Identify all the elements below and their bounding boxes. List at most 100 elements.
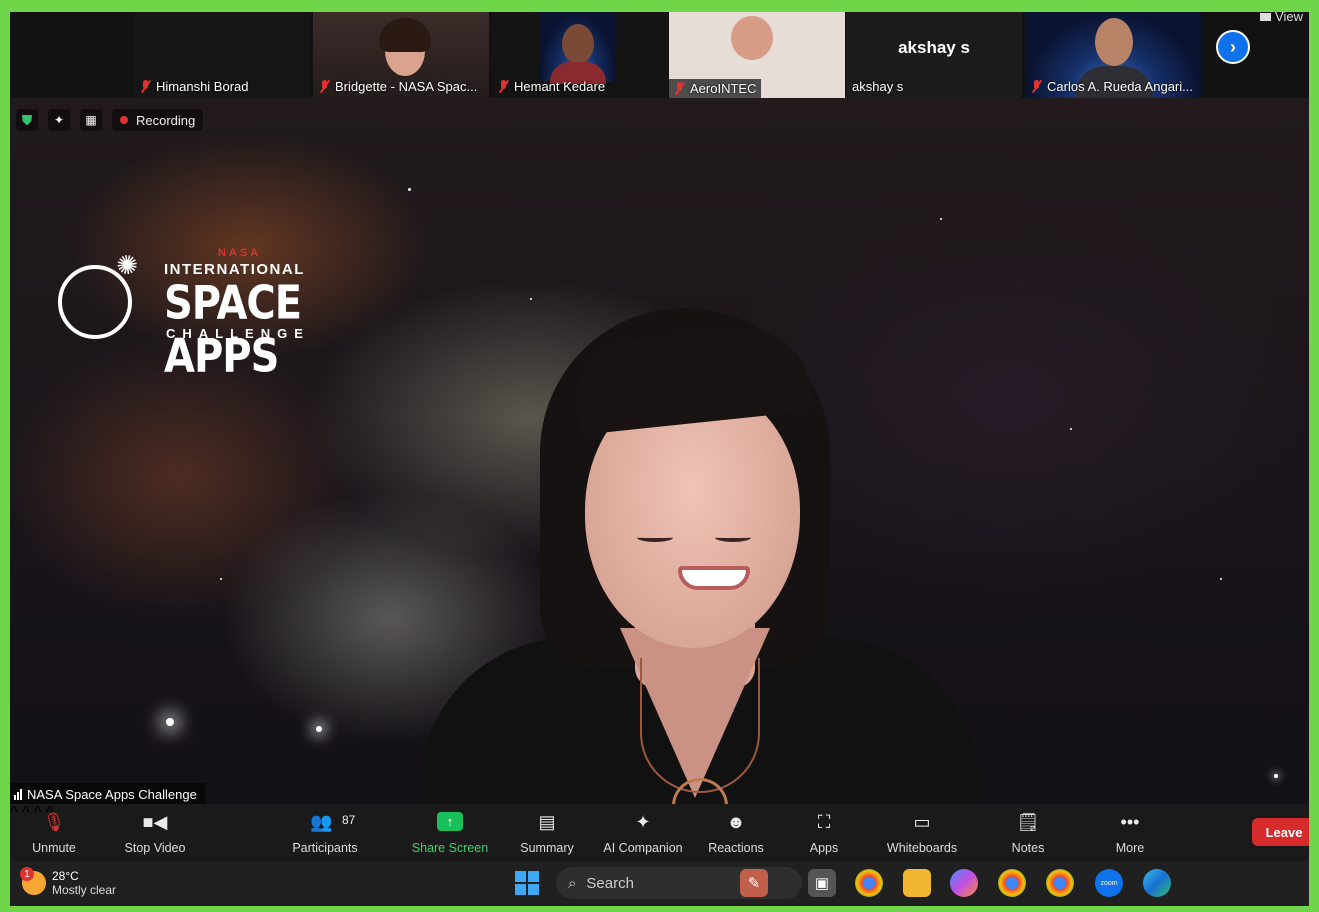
- logo-line1: INTERNATIONAL: [164, 261, 305, 278]
- speaker-name: NASA Space Apps Challenge: [27, 787, 197, 802]
- chrome-profile-icon[interactable]: [998, 869, 1026, 897]
- mic-muted-icon: [1031, 80, 1042, 93]
- participant-video: [731, 16, 773, 60]
- star: [316, 726, 322, 732]
- mic-muted-icon: 🎙: [42, 812, 66, 832]
- view-icon: [1260, 12, 1272, 21]
- participant-tile[interactable]: Bridgette - NASA Spac...: [313, 12, 489, 98]
- speaker-smile: [678, 566, 750, 590]
- zoom-window: Himanshi Borad Bridgette - NASA Spac... …: [10, 12, 1309, 906]
- weather-icon: 1: [20, 867, 46, 895]
- whiteboards-button[interactable]: ▭ Whiteboards: [880, 804, 964, 861]
- notes-button[interactable]: 🗒 Notes: [1006, 804, 1050, 861]
- participant-name-row: Himanshi Borad: [140, 79, 249, 94]
- participant-tile[interactable]: AeroINTEC: [669, 12, 845, 98]
- participant-tile[interactable]: Hemant Kedare: [492, 12, 668, 98]
- participant-tile[interactable]: akshay s akshay s: [846, 12, 1022, 98]
- participant-hair: [379, 18, 431, 52]
- star: [1274, 774, 1278, 778]
- mic-muted-icon: [319, 80, 330, 93]
- star: [940, 218, 942, 220]
- reactions-label: Reactions: [708, 841, 764, 855]
- more-button[interactable]: ••• More: [1108, 804, 1152, 861]
- participant-name-row: AeroINTEC: [669, 79, 762, 98]
- ai-sparkle-icon[interactable]: ✦: [48, 109, 70, 131]
- zoom-icon[interactable]: zoom: [1095, 869, 1123, 897]
- eye: [637, 533, 673, 542]
- star: [220, 578, 222, 580]
- necklace-cord: [640, 658, 760, 793]
- edge-icon[interactable]: [1143, 869, 1171, 897]
- weather-widget[interactable]: 1 28°C Mostly clear: [20, 867, 117, 897]
- search-icon: ⌕: [568, 874, 577, 892]
- ai-companion-button[interactable]: ✦ AI Companion: [598, 804, 688, 861]
- chrome-icon[interactable]: [855, 869, 883, 897]
- windows-start-icon[interactable]: [515, 871, 539, 895]
- grid-icon[interactable]: ▦: [80, 109, 102, 131]
- leave-button[interactable]: Leave: [1252, 818, 1309, 846]
- stop-video-label: Stop Video: [124, 841, 186, 855]
- search-highlight-icon[interactable]: ✎: [740, 869, 768, 897]
- share-screen-button[interactable]: ↑ Share Screen: [408, 804, 492, 861]
- participant-tile[interactable]: Himanshi Borad: [134, 12, 310, 98]
- recording-indicator[interactable]: Recording: [112, 109, 204, 131]
- more-dots-icon: •••: [1120, 812, 1140, 832]
- search-placeholder: Search: [586, 874, 634, 892]
- logo-nasa: NASA: [218, 247, 262, 259]
- star: [1070, 428, 1072, 430]
- stop-video-button[interactable]: ■◀ Stop Video: [118, 804, 192, 861]
- task-view-icon[interactable]: ▣: [808, 869, 836, 897]
- reactions-button[interactable]: ☻ Reactions: [704, 804, 768, 861]
- apps-icon: ⛶: [817, 812, 831, 832]
- participants-count: 87: [342, 813, 356, 827]
- whiteboard-icon: ▭: [913, 812, 931, 832]
- more-label: More: [1115, 841, 1145, 855]
- participant-name: Carlos A. Rueda Angari...: [1047, 79, 1193, 94]
- audio-level-icon: [14, 789, 22, 800]
- star: [408, 188, 411, 191]
- ai-companion-label: AI Companion: [603, 841, 683, 855]
- participants-icon: 👥: [310, 812, 333, 832]
- mic-muted-icon: [498, 80, 509, 93]
- share-screen-label: Share Screen: [411, 841, 489, 855]
- record-dot-icon: [120, 116, 128, 124]
- windows-taskbar: 1 28°C Mostly clear ⌕ Search ✎ ▣ zoom: [10, 861, 1309, 906]
- participant-tile[interactable]: Carlos A. Rueda Angari...: [1025, 12, 1201, 98]
- chevron-right-icon[interactable]: ›: [1216, 30, 1250, 64]
- participant-name: akshay s: [852, 79, 904, 94]
- participants-button[interactable]: 👥 87 Participants: [286, 804, 364, 861]
- notes-label: Notes: [1011, 841, 1045, 855]
- active-speaker-label: NASA Space Apps Challenge: [10, 783, 205, 806]
- copilot-icon[interactable]: [950, 869, 978, 897]
- meeting-toolbar: 🎙 Unmute ^ ■◀ Stop Video ^ 👥 87 Particip…: [10, 804, 1309, 861]
- gallery-strip: Himanshi Borad Bridgette - NASA Spac... …: [10, 12, 1309, 98]
- view-label: View: [1275, 12, 1303, 24]
- meeting-indicators: ⛊ ✦ ▦ Recording: [16, 109, 204, 131]
- summary-label: Summary: [520, 841, 574, 855]
- participant-name: AeroINTEC: [690, 81, 757, 96]
- participant-name-row: akshay s: [852, 79, 903, 94]
- summary-button[interactable]: ▤ Summary: [514, 804, 580, 861]
- star: [166, 718, 174, 726]
- recording-label: Recording: [136, 112, 196, 128]
- notes-icon: 🗒: [1016, 812, 1040, 832]
- file-explorer-icon[interactable]: [903, 869, 931, 897]
- eye: [715, 533, 751, 542]
- participant-name-row: Hemant Kedare: [498, 79, 605, 94]
- unmute-button[interactable]: 🎙 Unmute: [24, 804, 84, 861]
- participant-video: [540, 12, 616, 84]
- chrome-dev-icon[interactable]: [1046, 869, 1074, 897]
- mic-muted-icon: [674, 82, 685, 95]
- apps-button[interactable]: ⛶ Apps: [802, 804, 846, 861]
- unmute-label: Unmute: [32, 841, 76, 855]
- view-button[interactable]: View: [1260, 12, 1303, 24]
- weather-condition: Mostly clear: [52, 883, 117, 897]
- mic-muted-icon: [140, 80, 151, 93]
- whiteboards-label: Whiteboards: [886, 841, 958, 855]
- shield-icon[interactable]: ⛊: [16, 109, 38, 131]
- video-camera-icon: ■◀: [142, 812, 168, 832]
- apps-label: Apps: [809, 841, 839, 855]
- chevron-up-icon[interactable]: ^: [10, 804, 18, 821]
- star: [1220, 578, 1222, 580]
- participant-name-row: Bridgette - NASA Spac...: [319, 79, 477, 94]
